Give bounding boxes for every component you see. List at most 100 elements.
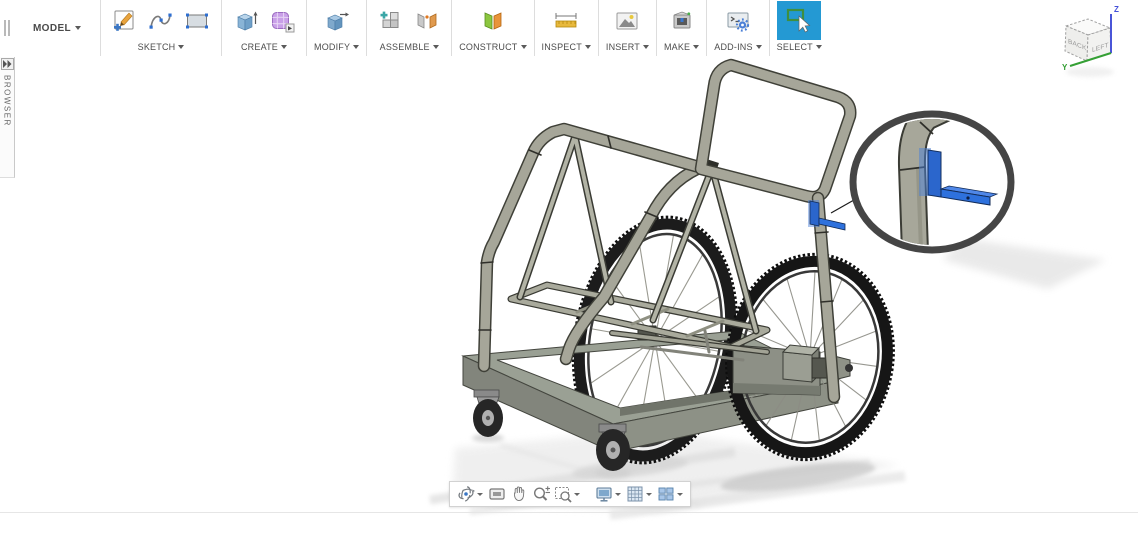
toolbar-group-insert: INSERT [597,0,656,56]
toolbar-group-assemble: ASSEMBLE [366,0,451,56]
new-component-button[interactable] [374,3,408,39]
browser-panel-label: BROWSER [2,75,12,127]
chevron-down-icon [75,26,82,30]
display-settings-button[interactable] [593,483,614,505]
spline-icon [149,13,172,29]
extrude-icon [237,11,258,30]
look-at-icon [488,488,505,500]
construct-menu-button[interactable]: CONSTRUCT [459,40,527,54]
bracket-highlight[interactable] [808,200,846,231]
look-at-button[interactable] [486,483,507,505]
workspace-label: MODEL [32,22,72,34]
toolbar-group-inspect: INSPECT [533,0,598,56]
chevron-down-icon [353,45,360,49]
joint-button[interactable] [410,3,444,39]
browser-expand-button[interactable] [0,58,14,70]
grid-icon [627,486,642,502]
create-form-icon [272,11,295,32]
scripts-add-ins-button[interactable] [721,3,755,39]
select-menu-label: SELECT [776,42,813,52]
sketch-menu-button[interactable]: SKETCH [138,40,185,54]
inspect-menu-button[interactable]: INSPECT [542,40,591,54]
chevron-down-icon [642,45,649,49]
display-settings-dropdown-caret[interactable] [615,492,621,496]
create-sketch-button[interactable] [108,3,142,39]
assemble-menu-button[interactable]: ASSEMBLE [380,40,439,54]
chevron-down-icon [520,45,527,49]
press-pull-icon [326,12,349,30]
viewcube[interactable]: BACK LEFT Z Y [1048,0,1138,92]
sketch-menu-label: SKETCH [137,42,176,52]
toolbar-drag-handle[interactable] [0,0,14,56]
construction-plane-button[interactable] [476,3,510,39]
toolbar-group-create: CREATE [221,0,306,56]
axis-z-label: Z [1114,5,1119,14]
viewports-dropdown-caret[interactable] [677,492,683,496]
chevron-down-icon [755,45,762,49]
fit-icon [554,487,572,503]
modify-menu-label: MODIFY [314,42,351,52]
scripts-add-ins-icon [727,12,750,32]
orbit-icon [457,486,475,502]
insert-image-icon [616,12,638,29]
measure-button[interactable] [549,3,583,39]
chevron-down-icon [584,45,591,49]
create-menu-button[interactable]: CREATE [241,40,288,54]
modify-menu-button[interactable]: MODIFY [314,40,360,54]
extrude-button[interactable] [229,3,263,39]
zoom-icon [533,486,550,501]
workspace-dropdown[interactable]: MODEL [14,0,100,56]
create-form-button[interactable] [265,3,299,39]
construct-menu-label: CONSTRUCT [459,42,518,52]
select-icon [787,8,811,32]
toolbar-group-make: MAKE [655,0,706,56]
chevron-down-icon [281,45,288,49]
viewports-button[interactable] [655,483,676,505]
add-ins-menu-button[interactable]: ADD-INS [714,40,762,54]
fit-button[interactable] [552,483,573,505]
spline-button[interactable] [144,3,178,39]
caster-left [473,389,503,437]
chevron-down-icon [178,45,185,49]
measure-icon [555,12,577,27]
make-menu-label: MAKE [663,42,691,52]
add-ins-menu-label: ADD-INS [714,42,753,52]
pan-hand-icon [513,486,524,501]
navigation-toolbar [449,481,691,507]
detail-callout [830,110,1015,254]
chevron-down-icon [693,45,700,49]
joint-icon [417,12,437,29]
3d-print-button[interactable] [665,3,699,39]
grid-and-snaps-button[interactable] [624,483,645,505]
toolbar-group-select: SELECT [768,0,829,56]
3d-print-icon [673,11,691,28]
insert-menu-button[interactable]: INSERT [606,40,649,54]
chevron-down-icon [815,45,822,49]
rectangle-button[interactable] [180,3,214,39]
rectangle-icon [186,13,208,28]
insert-image-button[interactable] [610,3,644,39]
display-settings-icon [595,487,612,502]
press-pull-button[interactable] [320,3,354,39]
double-arrow-right-icon [2,60,11,68]
cart-model[interactable] [461,58,907,476]
fit-dropdown-caret[interactable] [574,492,580,496]
orbit-dropdown-caret[interactable] [477,492,483,496]
orbit-button[interactable] [455,483,476,505]
make-menu-button[interactable]: MAKE [663,40,700,54]
select-menu-button[interactable]: SELECT [777,40,822,54]
zoom-button[interactable] [530,483,551,505]
inspect-menu-label: INSPECT [541,42,582,52]
insert-menu-label: INSERT [605,42,640,52]
select-button[interactable] [777,1,822,40]
grid-dropdown-caret[interactable] [646,492,652,496]
axis-y-label: Y [1062,63,1068,72]
pan-button[interactable] [508,483,529,505]
construction-plane-icon [484,11,502,30]
chevron-down-icon [432,45,439,49]
model-canvas[interactable] [0,0,1138,545]
toolbar-group-add-ins: ADD-INS [706,0,768,56]
toolbar-group-sketch: SKETCH [100,0,221,56]
canvas-bottom-divider [0,512,1138,513]
assemble-menu-label: ASSEMBLE [379,42,430,52]
